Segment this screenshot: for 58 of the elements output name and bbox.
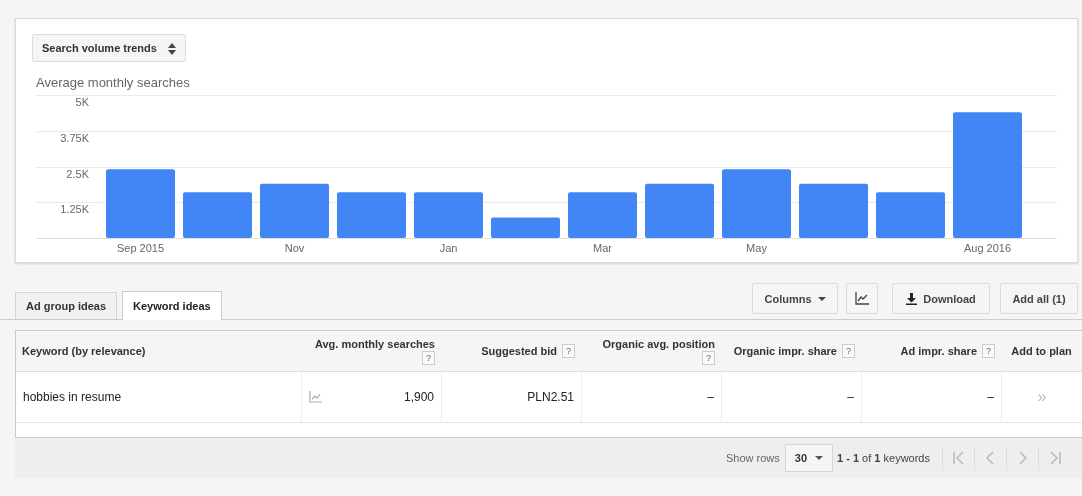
table-cell: – [847,390,854,404]
table-cell: PLN2.51 [527,390,574,404]
bar [876,192,945,238]
line-chart-icon[interactable] [309,391,322,403]
download-icon [906,292,918,305]
line-chart-icon [855,292,869,305]
bar [722,169,791,238]
page-summary: 1 - 1 of 1 keywords [837,452,930,464]
column-header: Organic avg. position [601,337,715,350]
axis-label: 3.75K [60,131,89,144]
axis-label: 1.25K [60,203,89,216]
axis-label: Sep 2015 [116,242,165,254]
column-header: Organic impr. share [733,345,837,357]
bar [183,192,252,238]
axis-label: Mar [593,242,612,254]
bar [260,183,329,238]
last-page-icon [1047,451,1062,465]
help-icon[interactable]: ? [422,350,435,365]
bar [414,192,483,238]
chart-button[interactable] [846,283,878,314]
axis-label: May [746,242,767,254]
table-cell: – [707,390,714,404]
chart-title: Average monthly searches [36,75,190,90]
columns-button[interactable]: Columns [752,283,838,314]
axis-label: Nov [284,242,305,254]
download-button[interactable]: Download [892,283,990,314]
column-header: Suggested bid [481,345,557,357]
tab[interactable]: Keyword ideas [122,291,222,320]
bar [491,217,560,238]
column-header: Avg. monthly searches [313,337,435,350]
sort-arrows-icon [167,43,176,55]
help-icon[interactable]: ? [702,350,715,365]
rows-per-page-dropdown[interactable]: 30 [784,444,834,472]
bar [568,192,637,238]
first-page-icon [951,451,966,465]
help-icon[interactable]: ? [842,344,855,358]
caret-icon [815,456,824,460]
add-all-button[interactable]: Add all (1) [1000,283,1078,314]
axis-label: 5K [75,96,89,108]
axis-label: Aug 2016 [963,242,1012,254]
help-icon[interactable]: ? [562,344,575,358]
column-header: Keyword (by relevance) [22,345,146,357]
bar [337,192,406,238]
table-cell: 1,900 [403,390,434,404]
column-header: Add to plan [1011,345,1072,357]
bar [645,183,714,238]
axis-label: 2.5K [66,167,89,180]
column-header: Ad impr. share [900,345,977,357]
bar [799,183,868,238]
bar [106,169,175,238]
show-rows-label: Show rows [726,452,780,464]
help-icon[interactable]: ? [982,344,995,358]
tab[interactable]: Ad group ideas [15,292,118,319]
trend-selector[interactable]: Search volume trends [32,34,186,62]
caret-icon [817,296,826,301]
axis-label: Jan [439,242,458,254]
table-cell: – [987,390,994,404]
keyword-text: hobbies in resume [23,390,122,404]
